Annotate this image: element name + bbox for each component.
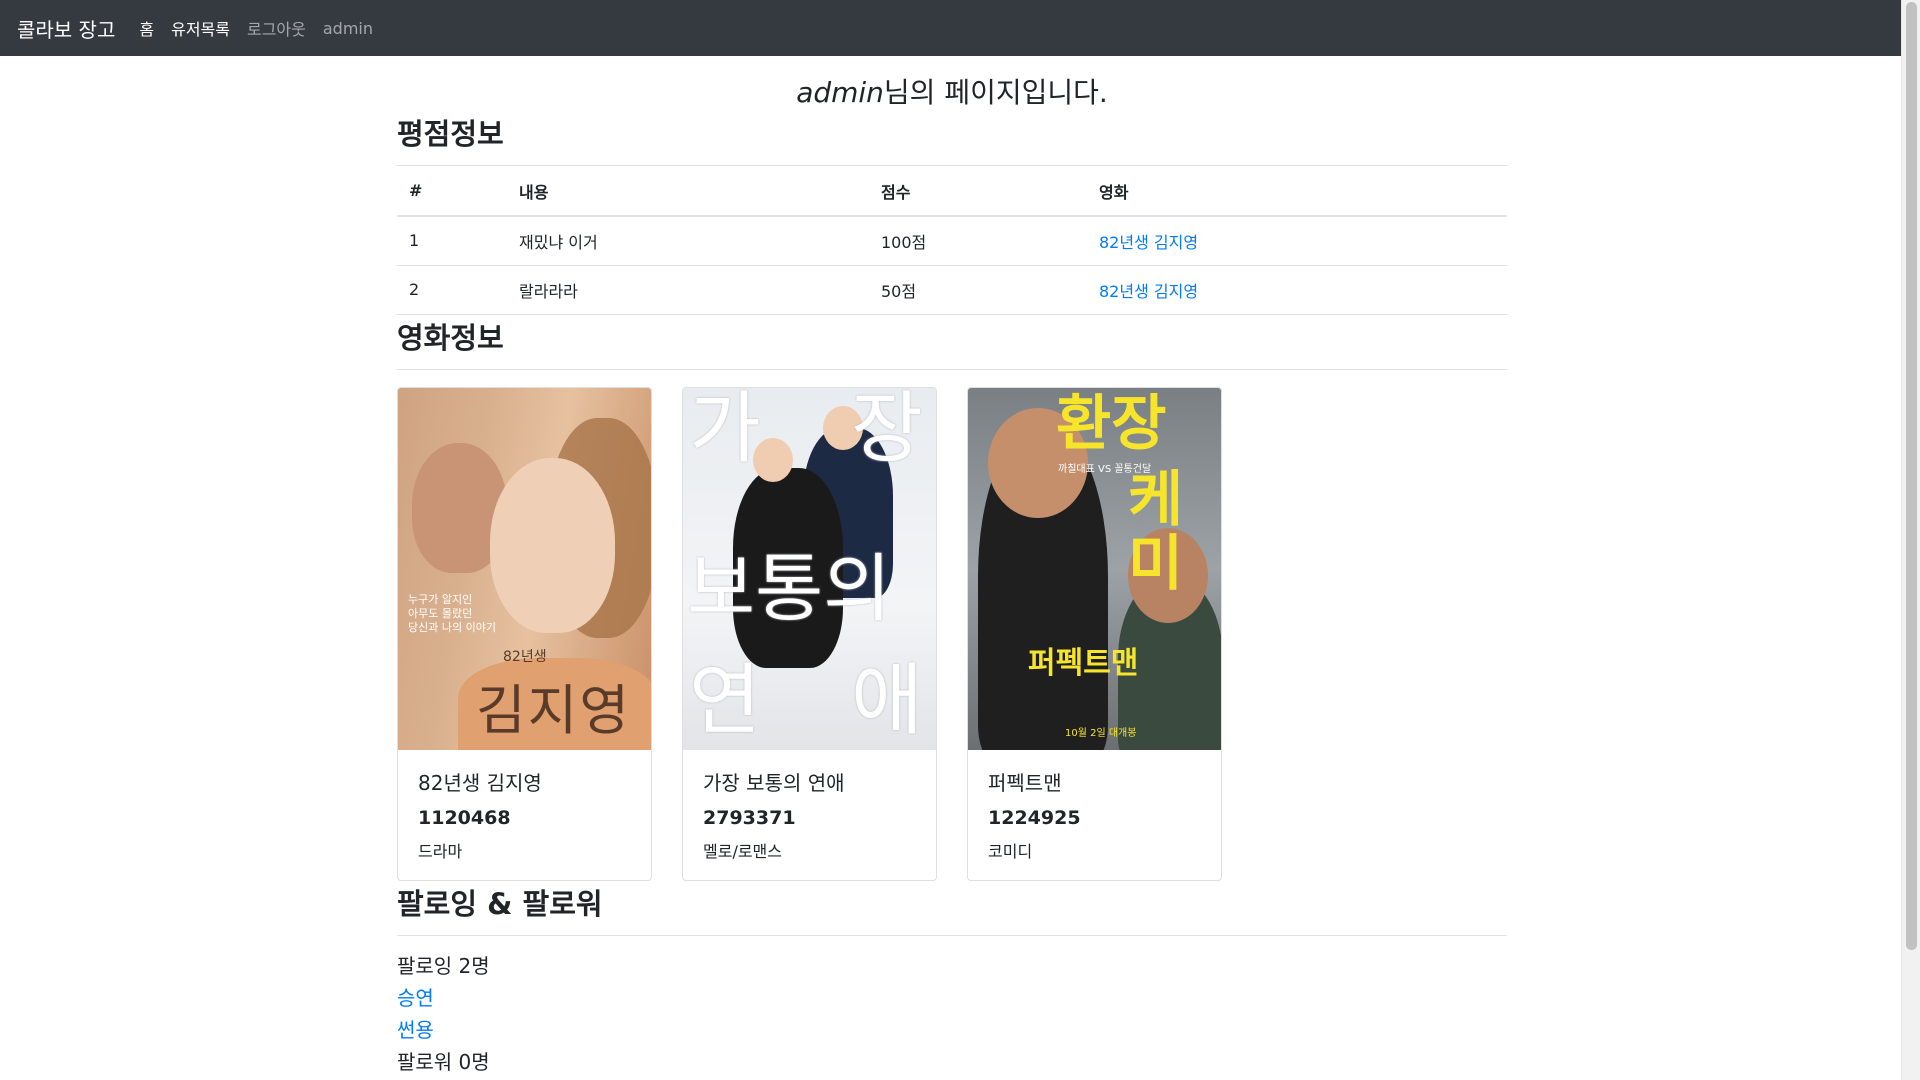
- poster-subtitle: 82년생: [503, 648, 547, 665]
- poster-subtitle: 까칠대표 VS 꼴통건달: [1058, 463, 1152, 475]
- col-number-header: #: [397, 166, 507, 217]
- following-user-link[interactable]: 썬용: [397, 1014, 1507, 1046]
- followers-count: 팔로워 0명: [397, 1049, 490, 1074]
- poster-title-char: 애: [851, 655, 923, 746]
- card-body: 퍼펙트맨 1224925 코미디: [968, 750, 1221, 862]
- poster-release-date: 10월 2일 대개봉: [1065, 727, 1137, 739]
- movie-title: 퍼펙트맨: [988, 770, 1062, 795]
- ratings-table: # 내용 점수 영화 1 재밌냐 이거 100점 82년생 김지영 2 랄라라라…: [397, 166, 1507, 315]
- movie-genre: 드라마: [418, 841, 463, 861]
- ratings-header-row: # 내용 점수 영화: [397, 166, 1507, 217]
- movie-genre: 멜로/로맨스: [703, 841, 782, 861]
- movie-card[interactable]: 누구가 알지인 아무도 몰랐던 당신과 나의 이야기 82년생 김지영 82년생…: [397, 386, 652, 881]
- follow-heading: 팔로잉 & 팔로워: [397, 886, 603, 921]
- poster-figure: [490, 457, 615, 633]
- poster-title-word: 보통의: [687, 545, 892, 632]
- card-body: 가장 보통의 연애 2793371 멜로/로맨스: [683, 750, 936, 862]
- col-movie-header: 영화: [1087, 166, 1507, 217]
- poster-title-line2: 케미: [1128, 464, 1184, 599]
- row-content: 랄라라라: [507, 265, 869, 315]
- row-number: 2: [397, 265, 507, 315]
- movie-poster-image[interactable]: 가 장 보통의 연 애: [683, 387, 936, 750]
- movie-card-list: 누구가 알지인 아무도 몰랐던 당신과 나의 이야기 82년생 김지영 82년생…: [397, 386, 1507, 881]
- table-row: 2 랄라라라 50점 82년생 김지영: [397, 265, 1507, 315]
- page-scrollbar[interactable]: [1901, 0, 1920, 1080]
- movie-genre: 코미디: [988, 841, 1033, 861]
- page-title-username: admin: [796, 76, 884, 109]
- movie-card[interactable]: 환장 케미 까칠대표 VS 꼴통건달 퍼펙트맨 10월 2일 대개봉 퍼펙트맨 …: [967, 386, 1222, 881]
- page-title-suffix: 님의 페이지입니다.: [883, 76, 1108, 109]
- poster-title-line1: 환장: [1056, 388, 1167, 459]
- card-body: 82년생 김지영 1120468 드라마: [398, 750, 651, 862]
- movie-title: 가장 보통의 연애: [703, 770, 845, 795]
- row-movie-cell: 82년생 김지영: [1087, 265, 1507, 315]
- scrollbar-thumb[interactable]: [1906, 2, 1917, 950]
- col-score-header: 점수: [869, 166, 1087, 217]
- following-count: 팔로잉 2명: [397, 953, 490, 978]
- row-movie-link[interactable]: 82년생 김지영: [1099, 282, 1198, 301]
- movie-poster-image[interactable]: 환장 케미 까칠대표 VS 꼴통건달 퍼펙트맨 10월 2일 대개봉: [968, 387, 1221, 750]
- row-content: 재밌냐 이거: [507, 216, 869, 266]
- poster-title-char: 가: [689, 387, 761, 474]
- row-number: 1: [397, 216, 507, 266]
- movie-title: 82년생 김지영: [418, 770, 542, 795]
- row-score: 50점: [869, 265, 1087, 315]
- movie-audience-count: 1224925: [988, 806, 1081, 829]
- movie-audience-count: 2793371: [703, 806, 796, 829]
- nav-username-link[interactable]: admin: [323, 19, 373, 38]
- poster-title-char: 연: [689, 655, 761, 746]
- poster-tagline: 누구가 알지인 아무도 몰랐던 당신과 나의 이야기: [408, 592, 496, 634]
- ratings-heading: 평점정보: [397, 117, 504, 151]
- nav-user-list-link[interactable]: 유저목록: [171, 16, 230, 40]
- brand-link[interactable]: 콜라보 장고: [17, 14, 115, 43]
- poster-title: 퍼펙트맨: [1028, 645, 1139, 681]
- movies-heading: 영화정보: [397, 320, 504, 355]
- row-movie-link[interactable]: 82년생 김지영: [1099, 233, 1198, 252]
- poster-title: 김지영: [476, 678, 632, 742]
- follow-section: 팔로잉 2명 승연 썬용 팔로워 0명: [397, 950, 1507, 1078]
- poster-title-char: 장: [851, 387, 923, 474]
- row-score: 100점: [869, 216, 1087, 266]
- movie-poster-image[interactable]: 누구가 알지인 아무도 몰랐던 당신과 나의 이야기 82년생 김지영: [398, 387, 651, 750]
- table-row: 1 재밌냐 이거 100점 82년생 김지영: [397, 216, 1507, 266]
- movie-audience-count: 1120468: [418, 806, 511, 829]
- col-content-header: 내용: [507, 166, 869, 217]
- page-title: admin님의 페이지입니다.: [397, 71, 1507, 111]
- nav-logout-link[interactable]: 로그아웃: [247, 16, 306, 40]
- nav-home-link[interactable]: 홈: [139, 16, 154, 40]
- follow-divider: [397, 934, 1507, 936]
- row-movie-cell: 82년생 김지영: [1087, 216, 1507, 266]
- following-user-link[interactable]: 승연: [397, 982, 1507, 1014]
- movie-card[interactable]: 가 장 보통의 연 애 가장 보통의 연애 2793371 멜로/로맨스: [682, 386, 937, 881]
- top-navbar: 콜라보 장고 홈 유저목록 로그아웃 admin: [0, 0, 1901, 56]
- movies-divider: [397, 368, 1507, 370]
- main-container: admin님의 페이지입니다. 평점정보 # 내용 점수 영화 1 재밌냐 이거…: [397, 56, 1507, 1078]
